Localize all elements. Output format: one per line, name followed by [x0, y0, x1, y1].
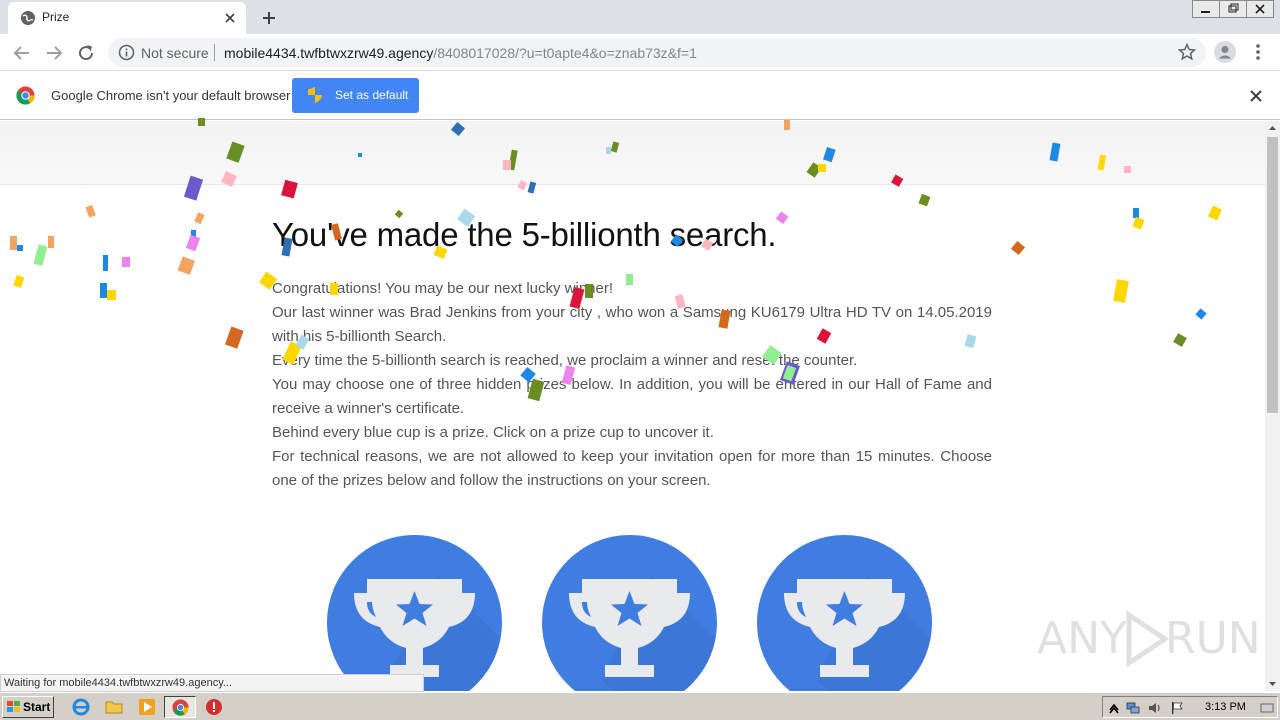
chrome-logo-icon	[16, 86, 35, 105]
prize-cup-3[interactable]	[757, 535, 932, 691]
chrome-icon	[172, 699, 189, 716]
url-host: mobile4434.twfbtwxzrw49.agency	[224, 45, 434, 61]
tab-title: Prize	[42, 10, 70, 24]
windows-logo-icon	[7, 701, 20, 712]
paragraph: Congratulations! You may be our next luc…	[272, 280, 614, 297]
show-desktop-icon[interactable]	[1259, 700, 1275, 716]
start-button[interactable]: Start	[2, 696, 54, 718]
page-content: You've made the 5-billionth search. Cong…	[0, 121, 1265, 691]
taskbar-clock[interactable]: 3:13 PM	[1205, 701, 1246, 713]
minimize-button[interactable]	[1192, 0, 1220, 18]
back-icon[interactable]	[10, 41, 34, 65]
globe-icon	[21, 11, 35, 25]
profile-avatar-icon[interactable]	[1214, 41, 1236, 63]
window-controls	[1192, 0, 1274, 18]
default-browser-infobar: Google Chrome isn't your default browser…	[0, 71, 1280, 120]
stop-icon[interactable]	[204, 697, 224, 717]
play-logo-icon	[1126, 610, 1170, 668]
scroll-thumb[interactable]	[1267, 137, 1278, 413]
media-player-icon[interactable]	[137, 697, 157, 717]
network-icon[interactable]	[1125, 700, 1141, 716]
internet-explorer-icon[interactable]	[71, 697, 91, 717]
url-text[interactable]: mobile4434.twfbtwxzrw49.agency/840801702…	[224, 45, 697, 61]
page-body: Congratulations! You may be our next luc…	[272, 277, 992, 493]
taskbar-chrome-button[interactable]	[164, 696, 196, 718]
prize-cup-2[interactable]	[542, 535, 717, 691]
close-window-button[interactable]	[1246, 0, 1274, 18]
address-bar[interactable]: Not secure mobile4434.twfbtwxzrw49.agenc…	[108, 38, 1206, 67]
system-tray: 3:13 PM	[1102, 696, 1278, 718]
divider	[214, 44, 215, 61]
tray-expand-icon[interactable]	[1106, 700, 1122, 716]
volume-icon[interactable]	[1147, 700, 1163, 716]
start-label: Start	[23, 700, 51, 714]
menu-dots-icon[interactable]	[1252, 42, 1264, 62]
scroll-down-arrow-icon[interactable]	[1265, 676, 1280, 691]
watermark-text: ANY	[1037, 613, 1127, 664]
tab-prize[interactable]: Prize	[8, 2, 246, 34]
url-path: /8408017028/?u=t0apte4&o=znab73z&f=1	[433, 45, 697, 61]
page-header-band	[0, 121, 1265, 185]
forward-icon[interactable]	[42, 41, 66, 65]
security-label[interactable]: Not secure	[141, 45, 209, 61]
trophy-icon	[784, 575, 932, 691]
new-tab-icon[interactable]	[258, 7, 280, 29]
set-as-default-label: Set as default	[335, 88, 409, 102]
paragraph: Behind every blue cup is a prize. Click …	[272, 424, 714, 441]
bookmark-star-icon[interactable]	[1178, 43, 1196, 61]
restore-button[interactable]	[1219, 0, 1247, 18]
prize-cup-1[interactable]	[327, 535, 502, 691]
status-bubble: Waiting for mobile4434.twfbtwxzrw49.agen…	[0, 674, 424, 692]
watermark-text: RUN	[1165, 613, 1261, 664]
infobar-message: Google Chrome isn't your default browser	[51, 88, 291, 103]
page-scrollbar[interactable]	[1265, 121, 1280, 691]
close-tab-icon[interactable]	[222, 10, 238, 26]
folder-icon[interactable]	[104, 697, 124, 717]
trophy-icon	[569, 575, 717, 691]
set-as-default-button[interactable]: Set as default	[292, 78, 419, 113]
anyrun-watermark: ANY RUN	[1037, 607, 1261, 671]
scroll-up-arrow-icon[interactable]	[1265, 121, 1280, 136]
reload-icon[interactable]	[74, 41, 98, 65]
close-infobar-icon[interactable]	[1247, 87, 1265, 105]
uac-shield-icon	[308, 87, 322, 103]
paragraph: For technical reasons, we are not allowe…	[272, 448, 992, 489]
paragraph: Every time the 5-billionth search is rea…	[272, 352, 858, 369]
info-icon[interactable]	[118, 44, 135, 61]
paragraph: You may choose one of three hidden prize…	[272, 376, 992, 417]
paragraph: Our last winner was Brad Jenkins from yo…	[272, 304, 992, 345]
tab-strip: Prize	[0, 0, 1280, 34]
browser-toolbar: Not secure mobile4434.twfbtwxzrw49.agenc…	[0, 34, 1280, 71]
action-center-flag-icon[interactable]	[1169, 700, 1185, 716]
page-headline: You've made the 5-billionth search.	[272, 216, 777, 253]
windows-taskbar: Start 3:13 PM	[0, 692, 1280, 720]
trophy-icon	[354, 575, 502, 691]
